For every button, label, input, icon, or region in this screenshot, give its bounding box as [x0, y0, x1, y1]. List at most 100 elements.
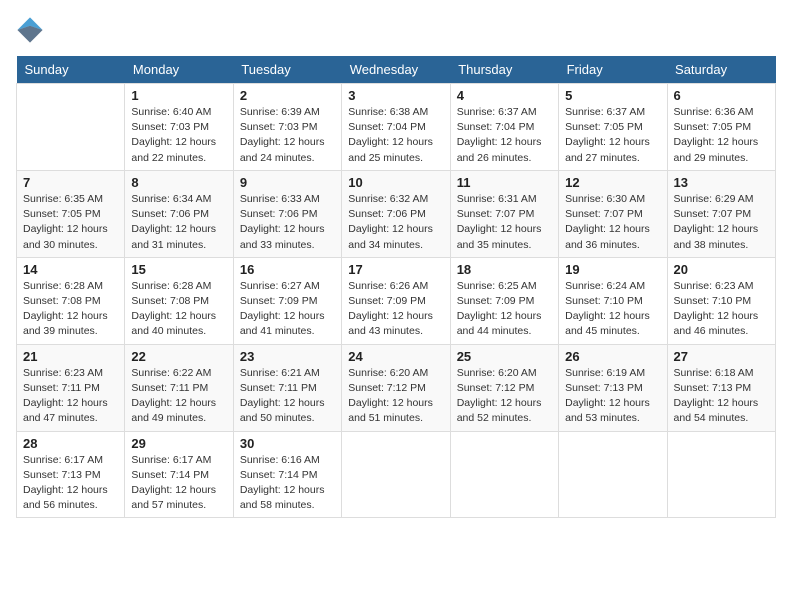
- calendar-day-cell: 28 Sunrise: 6:17 AM Sunset: 7:13 PM Dayli…: [17, 431, 125, 518]
- day-number: 18: [457, 262, 552, 277]
- day-info: Sunrise: 6:17 AM Sunset: 7:13 PM Dayligh…: [23, 453, 118, 514]
- calendar-day-cell: 24 Sunrise: 6:20 AM Sunset: 7:12 PM Dayli…: [342, 344, 450, 431]
- calendar-empty-cell: [342, 431, 450, 518]
- calendar-week-row: 21 Sunrise: 6:23 AM Sunset: 7:11 PM Dayli…: [17, 344, 776, 431]
- calendar-header-row: SundayMondayTuesdayWednesdayThursdayFrid…: [17, 56, 776, 84]
- day-number: 20: [674, 262, 769, 277]
- day-number: 28: [23, 436, 118, 451]
- day-number: 5: [565, 88, 660, 103]
- calendar-empty-cell: [17, 84, 125, 171]
- day-info: Sunrise: 6:23 AM Sunset: 7:10 PM Dayligh…: [674, 279, 769, 340]
- day-info: Sunrise: 6:37 AM Sunset: 7:05 PM Dayligh…: [565, 105, 660, 166]
- calendar-day-cell: 16 Sunrise: 6:27 AM Sunset: 7:09 PM Dayli…: [233, 257, 341, 344]
- day-number: 30: [240, 436, 335, 451]
- calendar-day-cell: 14 Sunrise: 6:28 AM Sunset: 7:08 PM Dayli…: [17, 257, 125, 344]
- day-info: Sunrise: 6:33 AM Sunset: 7:06 PM Dayligh…: [240, 192, 335, 253]
- day-info: Sunrise: 6:28 AM Sunset: 7:08 PM Dayligh…: [23, 279, 118, 340]
- calendar-empty-cell: [450, 431, 558, 518]
- calendar-day-cell: 8 Sunrise: 6:34 AM Sunset: 7:06 PM Daylig…: [125, 170, 233, 257]
- weekday-header: Sunday: [17, 56, 125, 84]
- calendar-day-cell: 23 Sunrise: 6:21 AM Sunset: 7:11 PM Dayli…: [233, 344, 341, 431]
- day-info: Sunrise: 6:27 AM Sunset: 7:09 PM Dayligh…: [240, 279, 335, 340]
- weekday-header: Monday: [125, 56, 233, 84]
- day-info: Sunrise: 6:23 AM Sunset: 7:11 PM Dayligh…: [23, 366, 118, 427]
- day-number: 27: [674, 349, 769, 364]
- calendar-day-cell: 9 Sunrise: 6:33 AM Sunset: 7:06 PM Daylig…: [233, 170, 341, 257]
- day-info: Sunrise: 6:22 AM Sunset: 7:11 PM Dayligh…: [131, 366, 226, 427]
- day-number: 23: [240, 349, 335, 364]
- day-info: Sunrise: 6:16 AM Sunset: 7:14 PM Dayligh…: [240, 453, 335, 514]
- calendar-day-cell: 22Sunrise: 6:22 AM Sunset: 7:11 PM Dayli…: [125, 344, 233, 431]
- day-info: Sunrise: 6:37 AM Sunset: 7:04 PM Dayligh…: [457, 105, 552, 166]
- day-number: 13: [674, 175, 769, 190]
- calendar-day-cell: 26 Sunrise: 6:19 AM Sunset: 7:13 PM Dayli…: [559, 344, 667, 431]
- calendar-week-row: 14 Sunrise: 6:28 AM Sunset: 7:08 PM Dayli…: [17, 257, 776, 344]
- day-info: Sunrise: 6:35 AM Sunset: 7:05 PM Dayligh…: [23, 192, 118, 253]
- calendar-day-cell: 20 Sunrise: 6:23 AM Sunset: 7:10 PM Dayli…: [667, 257, 775, 344]
- day-number: 29: [131, 436, 226, 451]
- weekday-header: Saturday: [667, 56, 775, 84]
- calendar-week-row: 1 Sunrise: 6:40 AM Sunset: 7:03 PM Daylig…: [17, 84, 776, 171]
- weekday-header: Friday: [559, 56, 667, 84]
- day-info: Sunrise: 6:24 AM Sunset: 7:10 PM Dayligh…: [565, 279, 660, 340]
- calendar-day-cell: 30 Sunrise: 6:16 AM Sunset: 7:14 PM Dayli…: [233, 431, 341, 518]
- logo: [16, 16, 48, 44]
- weekday-header: Thursday: [450, 56, 558, 84]
- day-info: Sunrise: 6:25 AM Sunset: 7:09 PM Dayligh…: [457, 279, 552, 340]
- day-info: Sunrise: 6:30 AM Sunset: 7:07 PM Dayligh…: [565, 192, 660, 253]
- calendar-day-cell: 1 Sunrise: 6:40 AM Sunset: 7:03 PM Daylig…: [125, 84, 233, 171]
- logo-icon: [16, 16, 44, 44]
- day-info: Sunrise: 6:17 AM Sunset: 7:14 PM Dayligh…: [131, 453, 226, 514]
- day-number: 4: [457, 88, 552, 103]
- day-info: Sunrise: 6:36 AM Sunset: 7:05 PM Dayligh…: [674, 105, 769, 166]
- day-number: 14: [23, 262, 118, 277]
- calendar-day-cell: 13 Sunrise: 6:29 AM Sunset: 7:07 PM Dayli…: [667, 170, 775, 257]
- day-info: Sunrise: 6:28 AM Sunset: 7:08 PM Dayligh…: [131, 279, 226, 340]
- calendar-week-row: 7 Sunrise: 6:35 AM Sunset: 7:05 PM Daylig…: [17, 170, 776, 257]
- day-info: Sunrise: 6:31 AM Sunset: 7:07 PM Dayligh…: [457, 192, 552, 253]
- calendar-day-cell: 10Sunrise: 6:32 AM Sunset: 7:06 PM Dayli…: [342, 170, 450, 257]
- day-number: 17: [348, 262, 443, 277]
- day-info: Sunrise: 6:21 AM Sunset: 7:11 PM Dayligh…: [240, 366, 335, 427]
- day-number: 16: [240, 262, 335, 277]
- day-info: Sunrise: 6:20 AM Sunset: 7:12 PM Dayligh…: [457, 366, 552, 427]
- weekday-header: Tuesday: [233, 56, 341, 84]
- calendar-day-cell: 11Sunrise: 6:31 AM Sunset: 7:07 PM Dayli…: [450, 170, 558, 257]
- page-header: [16, 16, 776, 44]
- calendar-day-cell: 17 Sunrise: 6:26 AM Sunset: 7:09 PM Dayli…: [342, 257, 450, 344]
- day-number: 6: [674, 88, 769, 103]
- calendar-day-cell: 29 Sunrise: 6:17 AM Sunset: 7:14 PM Dayli…: [125, 431, 233, 518]
- calendar-empty-cell: [559, 431, 667, 518]
- day-number: 12: [565, 175, 660, 190]
- calendar-week-row: 28 Sunrise: 6:17 AM Sunset: 7:13 PM Dayli…: [17, 431, 776, 518]
- day-number: 2: [240, 88, 335, 103]
- day-info: Sunrise: 6:26 AM Sunset: 7:09 PM Dayligh…: [348, 279, 443, 340]
- day-number: 3: [348, 88, 443, 103]
- calendar-day-cell: 27Sunrise: 6:18 AM Sunset: 7:13 PM Dayli…: [667, 344, 775, 431]
- day-info: Sunrise: 6:20 AM Sunset: 7:12 PM Dayligh…: [348, 366, 443, 427]
- day-info: Sunrise: 6:34 AM Sunset: 7:06 PM Dayligh…: [131, 192, 226, 253]
- calendar-day-cell: 19Sunrise: 6:24 AM Sunset: 7:10 PM Dayli…: [559, 257, 667, 344]
- day-number: 9: [240, 175, 335, 190]
- day-number: 10: [348, 175, 443, 190]
- day-info: Sunrise: 6:19 AM Sunset: 7:13 PM Dayligh…: [565, 366, 660, 427]
- day-number: 24: [348, 349, 443, 364]
- day-info: Sunrise: 6:29 AM Sunset: 7:07 PM Dayligh…: [674, 192, 769, 253]
- day-info: Sunrise: 6:38 AM Sunset: 7:04 PM Dayligh…: [348, 105, 443, 166]
- day-number: 1: [131, 88, 226, 103]
- calendar-day-cell: 6 Sunrise: 6:36 AM Sunset: 7:05 PM Daylig…: [667, 84, 775, 171]
- day-number: 26: [565, 349, 660, 364]
- calendar-day-cell: 2 Sunrise: 6:39 AM Sunset: 7:03 PM Daylig…: [233, 84, 341, 171]
- day-number: 7: [23, 175, 118, 190]
- calendar-day-cell: 18 Sunrise: 6:25 AM Sunset: 7:09 PM Dayli…: [450, 257, 558, 344]
- calendar-day-cell: 7 Sunrise: 6:35 AM Sunset: 7:05 PM Daylig…: [17, 170, 125, 257]
- day-number: 8: [131, 175, 226, 190]
- calendar-empty-cell: [667, 431, 775, 518]
- calendar-day-cell: 5 Sunrise: 6:37 AM Sunset: 7:05 PM Daylig…: [559, 84, 667, 171]
- day-info: Sunrise: 6:39 AM Sunset: 7:03 PM Dayligh…: [240, 105, 335, 166]
- calendar-day-cell: 15Sunrise: 6:28 AM Sunset: 7:08 PM Dayli…: [125, 257, 233, 344]
- calendar-day-cell: 25 Sunrise: 6:20 AM Sunset: 7:12 PM Dayli…: [450, 344, 558, 431]
- day-number: 25: [457, 349, 552, 364]
- day-info: Sunrise: 6:40 AM Sunset: 7:03 PM Dayligh…: [131, 105, 226, 166]
- day-number: 21: [23, 349, 118, 364]
